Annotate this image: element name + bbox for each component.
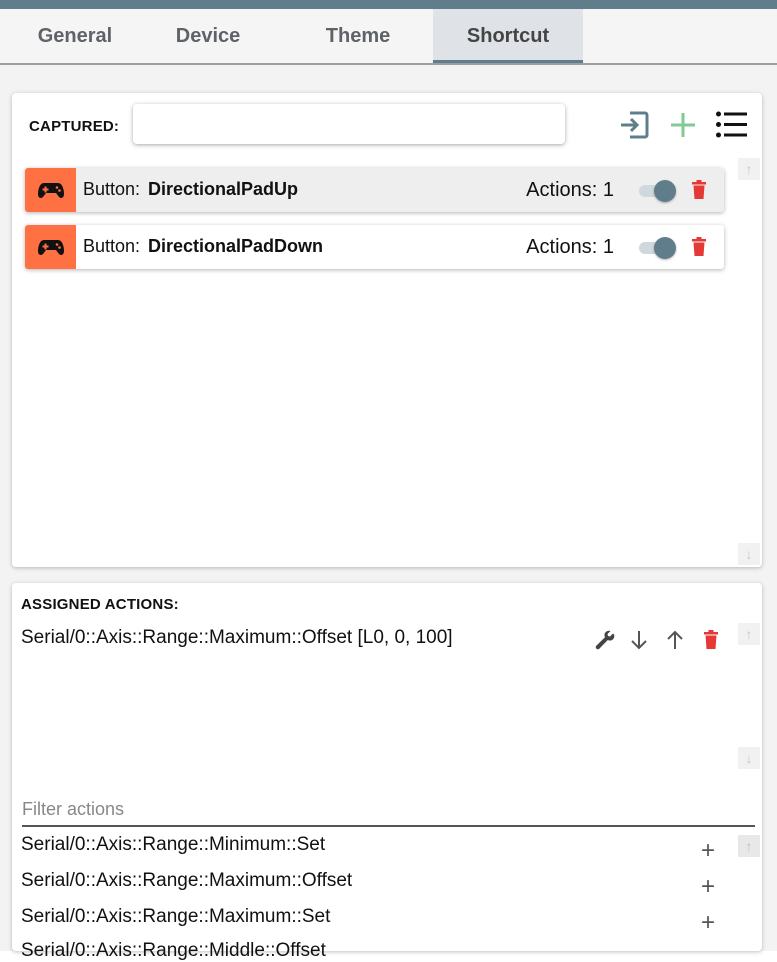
add-action-icon[interactable]: + xyxy=(701,839,715,863)
available-action-item[interactable]: Serial/0::Axis::Range::Minimum::Set xyxy=(21,834,325,856)
binding-input-name: DirectionalPadUp xyxy=(148,179,299,199)
scroll-up-button[interactable]: ↑ xyxy=(738,623,760,645)
list-icon[interactable] xyxy=(716,111,747,143)
enable-toggle[interactable] xyxy=(637,179,677,202)
tab-theme[interactable]: Theme xyxy=(283,9,433,63)
delete-icon[interactable] xyxy=(691,180,707,204)
captured-card xyxy=(12,93,762,567)
move-down-icon[interactable] xyxy=(630,630,648,655)
binding-type-label: Button: xyxy=(83,179,141,199)
scroll-up-button[interactable]: ↑ xyxy=(738,835,760,857)
tab-shortcut[interactable]: Shortcut xyxy=(433,9,583,63)
binding-row[interactable]: Button: DirectionalPadUp Actions: 1 xyxy=(25,168,724,212)
available-action-item[interactable]: Serial/0::Axis::Range::Middle::Offset xyxy=(21,940,326,962)
enter-icon[interactable] xyxy=(618,109,650,146)
captured-label: CAPTURED: xyxy=(29,118,120,135)
scroll-up-button[interactable]: ↑ xyxy=(738,158,760,180)
captured-input[interactable] xyxy=(133,104,565,144)
tab-general[interactable]: General xyxy=(0,9,150,63)
binding-input-name: DirectionalPadDown xyxy=(148,236,324,256)
filter-actions-input[interactable] xyxy=(22,793,755,827)
binding-row[interactable]: Button: DirectionalPadDown Actions: 1 xyxy=(25,225,724,269)
enable-toggle[interactable] xyxy=(637,236,677,259)
available-action-item[interactable]: Serial/0::Axis::Range::Maximum::Offset xyxy=(21,870,352,892)
move-up-icon[interactable] xyxy=(666,630,684,655)
scroll-down-button[interactable]: ↓ xyxy=(738,543,760,565)
actions-count: Actions: 1 xyxy=(526,236,614,258)
actions-count: Actions: 1 xyxy=(526,179,614,201)
tab-device[interactable]: Device xyxy=(133,9,283,63)
add-action-icon[interactable]: + xyxy=(701,875,715,899)
assigned-action-item[interactable]: Serial/0::Axis::Range::Maximum::Offset [… xyxy=(21,627,453,649)
gamepad-icon xyxy=(38,240,64,255)
plus-icon[interactable] xyxy=(669,111,697,144)
gamepad-icon xyxy=(38,183,64,198)
add-action-icon[interactable]: + xyxy=(701,911,715,935)
binding-type-label: Button: xyxy=(83,236,141,256)
tab-bar: General Device Theme Shortcut xyxy=(0,9,777,65)
wrench-icon[interactable] xyxy=(595,630,615,655)
delete-icon[interactable] xyxy=(691,237,707,261)
scroll-down-button[interactable]: ↓ xyxy=(738,747,760,769)
gamepad-badge xyxy=(25,168,76,212)
delete-icon[interactable] xyxy=(703,630,719,654)
top-accent-bar xyxy=(0,0,777,9)
available-action-item[interactable]: Serial/0::Axis::Range::Maximum::Set xyxy=(21,906,330,928)
assigned-actions-label: ASSIGNED ACTIONS: xyxy=(21,596,179,613)
gamepad-badge xyxy=(25,225,76,269)
